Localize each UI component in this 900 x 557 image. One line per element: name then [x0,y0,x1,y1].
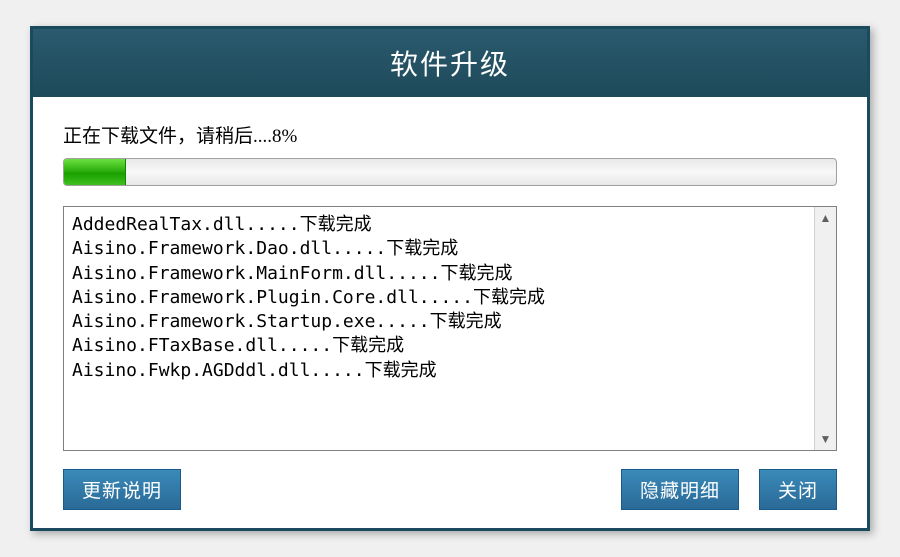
dialog-title: 软件升级 [33,29,867,97]
scrollbar[interactable]: ▲ ▼ [814,207,836,450]
status-prefix: 正在下载文件，请稍后.... [63,126,272,147]
status-percent: 8% [272,126,297,147]
update-notes-button[interactable]: 更新说明 [63,469,181,510]
scroll-up-icon[interactable]: ▲ [819,211,833,225]
hide-details-button[interactable]: 隐藏明细 [621,469,739,510]
button-row: 更新说明 隐藏明细 关闭 [63,469,837,510]
progress-fill [64,159,126,185]
close-button[interactable]: 关闭 [759,469,837,510]
log-text: AddedRealTax.dll.....下载完成 Aisino.Framewo… [64,207,814,450]
progress-bar [63,158,837,186]
dialog-content: 正在下载文件，请稍后....8% AddedRealTax.dll.....下载… [33,97,867,528]
upgrade-dialog: 软件升级 正在下载文件，请稍后....8% AddedRealTax.dll..… [30,26,870,531]
scroll-down-icon[interactable]: ▼ [819,432,833,446]
download-status: 正在下载文件，请稍后....8% [63,121,837,148]
log-panel: AddedRealTax.dll.....下载完成 Aisino.Framewo… [63,206,837,451]
right-button-group: 隐藏明细 关闭 [621,469,837,510]
